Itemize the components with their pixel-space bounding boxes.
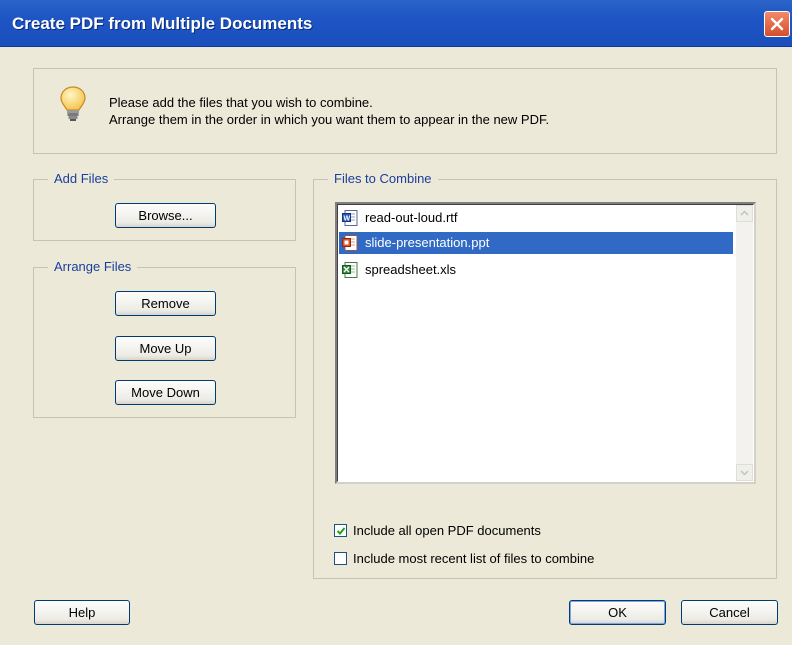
include-recent-checkbox[interactable] [334,552,347,565]
lightbulb-icon [58,85,88,128]
powerpoint-icon [342,235,359,259]
move-up-button[interactable]: Move Up [115,336,216,361]
title-bar[interactable]: Create PDF from Multiple Documents [0,0,792,47]
list-item[interactable]: W read-out-loud.rtf [339,207,733,229]
files-listbox[interactable]: W read-out-loud.rtf slide-presentation.p… [335,202,756,484]
svg-text:W: W [344,216,351,223]
info-text-line1: Please add the files that you wish to co… [109,95,373,110]
include-open-pdf-label: Include all open PDF documents [353,523,541,538]
add-files-legend: Add Files [48,171,115,186]
window-title: Create PDF from Multiple Documents [12,14,313,33]
include-recent-label: Include most recent list of files to com… [353,551,595,566]
include-recent-option[interactable]: Include most recent list of files to com… [334,551,634,569]
help-button[interactable]: Help [34,600,130,625]
file-name: read-out-loud.rtf [365,210,458,225]
dialog-window: Create PDF from Multiple Documents Pleas… [0,0,792,645]
browse-button[interactable]: Browse... [115,203,216,228]
include-open-pdf-option[interactable]: Include all open PDF documents [334,523,574,541]
excel-icon [342,262,359,286]
cancel-button[interactable]: Cancel [681,600,778,625]
file-name: slide-presentation.ppt [365,235,490,250]
close-button[interactable] [764,11,790,37]
files-to-combine-legend: Files to Combine [328,171,438,186]
list-item[interactable]: spreadsheet.xls [339,259,733,281]
scroll-up-button[interactable] [736,205,753,222]
remove-button[interactable]: Remove [115,291,216,316]
move-down-button[interactable]: Move Down [115,380,216,405]
info-panel: Please add the files that you wish to co… [33,68,777,154]
arrange-files-legend: Arrange Files [48,259,138,274]
word-document-icon: W [342,210,359,234]
listbox-scrollbar[interactable] [736,205,753,481]
scroll-down-button[interactable] [736,464,753,481]
include-open-pdf-checkbox[interactable] [334,524,347,537]
list-item-selected[interactable]: slide-presentation.ppt [339,232,733,254]
ok-button[interactable]: OK [569,600,666,625]
info-text-line2: Arrange them in the order in which you w… [109,112,550,127]
file-name: spreadsheet.xls [365,262,457,277]
